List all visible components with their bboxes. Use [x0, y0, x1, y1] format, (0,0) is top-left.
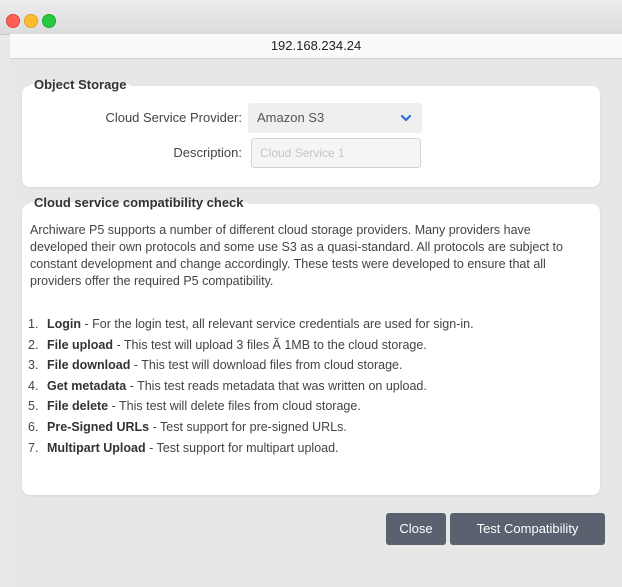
test-compatibility-button[interactable]: Test Compatibility — [450, 513, 605, 545]
test-list: 1. Login - For the login test, all releva… — [28, 314, 474, 458]
list-item: 3. File download - This test will downloa… — [28, 358, 403, 373]
zoom-window-button[interactable] — [42, 14, 56, 28]
dialog-content: Object Storage Cloud Service Provider: A… — [10, 59, 622, 587]
compatibility-panel: Cloud service compatibility check Archiw… — [22, 195, 600, 495]
object-storage-title: Object Storage — [30, 77, 131, 92]
close-window-button[interactable] — [6, 14, 20, 28]
provider-select[interactable]: Amazon S3 — [248, 103, 422, 133]
provider-label: Cloud Service Provider: — [105, 110, 242, 125]
close-button[interactable]: Close — [386, 513, 446, 545]
description-field[interactable] — [251, 138, 421, 168]
list-item: 7. Multipart Upload - Test support for mu… — [28, 440, 339, 455]
provider-select-value: Amazon S3 — [257, 110, 325, 125]
minimize-window-button[interactable] — [24, 14, 38, 28]
chevron-down-icon — [400, 114, 412, 122]
window-titlebar — [0, 0, 622, 35]
description-label: Description: — [173, 145, 242, 160]
object-storage-panel: Object Storage Cloud Service Provider: A… — [22, 77, 600, 187]
list-item: 4. Get metadata - This test reads metadat… — [28, 378, 427, 393]
list-item: 2. File upload - This test will upload 3 … — [28, 337, 427, 352]
list-item: 6. Pre-Signed URLs - Test support for pre… — [28, 419, 347, 434]
list-item: 5. File delete - This test will delete fi… — [28, 399, 361, 414]
compatibility-intro: Archiware P5 supports a number of differ… — [30, 223, 563, 288]
list-item: 1. Login - For the login test, all releva… — [28, 317, 474, 331]
compatibility-title: Cloud service compatibility check — [30, 195, 248, 210]
address-bar: 192.168.234.24 — [10, 34, 622, 59]
